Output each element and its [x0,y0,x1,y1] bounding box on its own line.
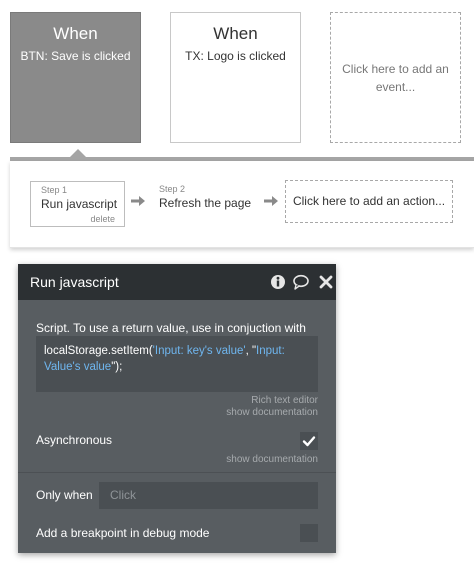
step-2-action[interactable]: Step 2 Refresh the page [157,181,257,227]
event-title: When [53,24,98,43]
close-icon[interactable] [317,273,335,291]
asynchronous-checkbox[interactable] [300,432,318,450]
delete-step-link[interactable]: delete [90,214,115,224]
show-documentation-link[interactable]: show documentation [226,407,318,418]
code-text: , " [245,345,257,357]
script-editor[interactable]: localStorage.setItem('Input: key's value… [36,336,318,392]
step-label: Run javascript [41,197,118,211]
action-properties-panel: Run javascript Script. To use a return v… [18,264,336,553]
add-action-button[interactable]: Click here to add an action... [285,180,453,223]
comment-icon[interactable] [292,273,310,291]
breakpoint-label: Add a breakpoint in debug mode [36,526,210,540]
only-when-input[interactable]: Click [99,482,318,509]
arrow-right-icon [131,196,145,206]
rich-text-editor-link[interactable]: Rich text editor [251,395,318,406]
event-subtitle: BTN: Save is clicked [20,49,131,63]
arrow-right-icon [264,196,278,206]
step-number: Step 1 [41,185,68,195]
panel-header: Run javascript [18,264,336,300]
code-text: "); [111,361,123,373]
script-label: Script. To use a return value, use in co… [36,321,306,335]
info-icon[interactable] [269,273,287,291]
show-documentation-link[interactable]: show documentation [226,454,318,465]
breakpoint-checkbox[interactable] [300,524,318,542]
panel-title: Run javascript [30,274,119,290]
add-event-label: Click here to add an event... [342,62,449,94]
asynchronous-label: Asynchronous [36,433,113,447]
checkmark-icon [302,436,316,447]
event-subtitle: TX: Logo is clicked [185,49,286,63]
dynamic-expression[interactable]: 'Input: key's value' [153,345,246,357]
step-number: Step 2 [159,184,186,194]
code-text: localStorage.setItem( [44,345,153,357]
event-card-save-clicked[interactable]: When BTN: Save is clicked [10,12,141,143]
step-1-action[interactable]: Step 1 Run javascript delete [30,181,125,227]
step-label: Refresh the page [159,196,252,210]
selected-event-pointer [70,149,86,157]
event-card-logo-clicked[interactable]: When TX: Logo is clicked [170,12,301,143]
divider [18,472,336,473]
only-when-label: Only when [36,488,93,502]
event-title: When [213,24,258,43]
add-event-card[interactable]: Click here to add an event... [330,12,461,143]
